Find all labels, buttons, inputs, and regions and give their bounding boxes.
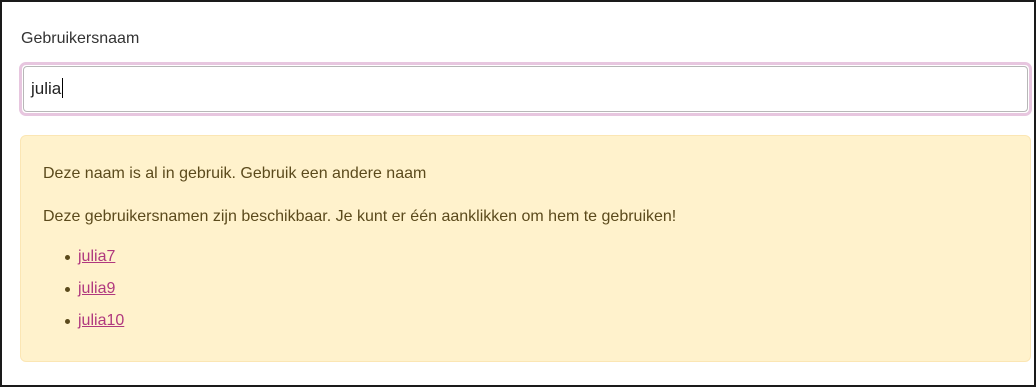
username-input-value: julia [31,79,62,98]
alert-message: Deze naam is al in gebruik. Gebruik een … [43,165,427,182]
username-input[interactable]: julia [31,78,64,99]
bullet-icon [65,255,70,260]
username-input-focus-ring: julia [19,62,1032,116]
suggestion-link-julia9[interactable]: julia9 [78,279,115,299]
text-caret [62,78,64,98]
suggestion-link-julia10[interactable]: julia10 [78,311,124,331]
suggestion-link-julia7[interactable]: julia7 [78,247,115,267]
form-container: Gebruikersnaam julia Deze naam is al in … [0,0,1036,387]
username-input-border [23,66,1028,112]
alert-hint: Deze gebruikersnamen zijn beschikbaar. J… [43,208,677,225]
bullet-icon [65,319,70,324]
bullet-icon [65,287,70,292]
username-label: Gebruikersnaam [21,30,140,47]
username-taken-alert: Deze naam is al in gebruik. Gebruik een … [20,135,1031,362]
